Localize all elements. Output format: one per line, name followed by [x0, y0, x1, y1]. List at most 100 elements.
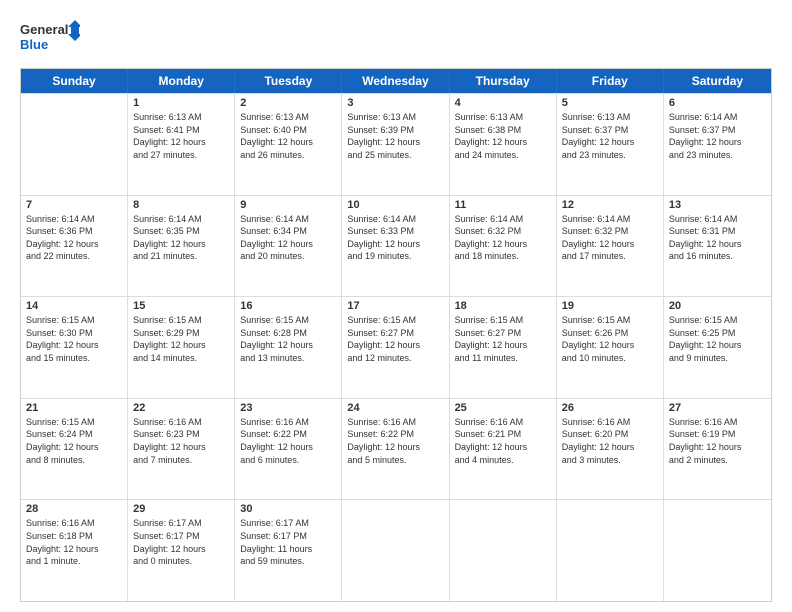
cell-info: Sunrise: 6:14 AM Sunset: 6:35 PM Dayligh… — [133, 213, 229, 263]
svg-text:General: General — [20, 22, 68, 37]
calendar-row-5: 28 Sunrise: 6:16 AM Sunset: 6:18 PM Dayli… — [21, 499, 771, 601]
day-number: 11 — [455, 199, 551, 211]
day-cell-7: 7 Sunrise: 6:14 AM Sunset: 6:36 PM Daylig… — [21, 196, 128, 297]
day-number: 12 — [562, 199, 658, 211]
cell-info: Sunrise: 6:14 AM Sunset: 6:32 PM Dayligh… — [562, 213, 658, 263]
logo-svg: General Blue — [20, 16, 80, 60]
cell-info: Sunrise: 6:15 AM Sunset: 6:30 PM Dayligh… — [26, 314, 122, 364]
day-cell-2: 2 Sunrise: 6:13 AM Sunset: 6:40 PM Daylig… — [235, 94, 342, 195]
svg-text:Blue: Blue — [20, 37, 48, 52]
day-cell-30: 30 Sunrise: 6:17 AM Sunset: 6:17 PM Dayli… — [235, 500, 342, 601]
day-number: 6 — [669, 97, 766, 109]
day-number: 19 — [562, 300, 658, 312]
day-cell-23: 23 Sunrise: 6:16 AM Sunset: 6:22 PM Dayli… — [235, 399, 342, 500]
cell-info: Sunrise: 6:15 AM Sunset: 6:26 PM Dayligh… — [562, 314, 658, 364]
day-cell-26: 26 Sunrise: 6:16 AM Sunset: 6:20 PM Dayli… — [557, 399, 664, 500]
day-cell-14: 14 Sunrise: 6:15 AM Sunset: 6:30 PM Dayli… — [21, 297, 128, 398]
day-number: 3 — [347, 97, 443, 109]
day-number: 8 — [133, 199, 229, 211]
day-cell-21: 21 Sunrise: 6:15 AM Sunset: 6:24 PM Dayli… — [21, 399, 128, 500]
calendar-header: SundayMondayTuesdayWednesdayThursdayFrid… — [21, 69, 771, 93]
cell-info: Sunrise: 6:13 AM Sunset: 6:37 PM Dayligh… — [562, 111, 658, 161]
empty-cell — [557, 500, 664, 601]
day-number: 30 — [240, 503, 336, 515]
cell-info: Sunrise: 6:16 AM Sunset: 6:20 PM Dayligh… — [562, 416, 658, 466]
calendar-row-3: 14 Sunrise: 6:15 AM Sunset: 6:30 PM Dayli… — [21, 296, 771, 398]
day-cell-29: 29Sunrise: 6:17 AM Sunset: 6:17 PM Dayli… — [128, 500, 235, 601]
cell-info: Sunrise: 6:13 AM Sunset: 6:40 PM Dayligh… — [240, 111, 336, 161]
day-number: 25 — [455, 402, 551, 414]
empty-cell — [342, 500, 449, 601]
cell-info: Sunrise: 6:15 AM Sunset: 6:29 PM Dayligh… — [133, 314, 229, 364]
day-cell-27: 27 Sunrise: 6:16 AM Sunset: 6:19 PM Dayli… — [664, 399, 771, 500]
day-header-wednesday: Wednesday — [342, 69, 449, 93]
day-cell-8: 8 Sunrise: 6:14 AM Sunset: 6:35 PM Daylig… — [128, 196, 235, 297]
day-cell-18: 18 Sunrise: 6:15 AM Sunset: 6:27 PM Dayli… — [450, 297, 557, 398]
cell-info: Sunrise: 6:15 AM Sunset: 6:27 PM Dayligh… — [455, 314, 551, 364]
day-number: 26 — [562, 402, 658, 414]
empty-cell — [21, 94, 128, 195]
day-cell-10: 10Sunrise: 6:14 AM Sunset: 6:33 PM Dayli… — [342, 196, 449, 297]
day-number: 28 — [26, 503, 122, 515]
day-cell-24: 24 Sunrise: 6:16 AM Sunset: 6:22 PM Dayli… — [342, 399, 449, 500]
day-cell-22: 22Sunrise: 6:16 AM Sunset: 6:23 PM Dayli… — [128, 399, 235, 500]
day-cell-17: 17Sunrise: 6:15 AM Sunset: 6:27 PM Dayli… — [342, 297, 449, 398]
calendar-row-2: 7 Sunrise: 6:14 AM Sunset: 6:36 PM Daylig… — [21, 195, 771, 297]
day-number: 23 — [240, 402, 336, 414]
cell-info: Sunrise: 6:14 AM Sunset: 6:37 PM Dayligh… — [669, 111, 766, 161]
day-header-saturday: Saturday — [664, 69, 771, 93]
day-number: 9 — [240, 199, 336, 211]
day-cell-6: 6 Sunrise: 6:14 AM Sunset: 6:37 PM Daylig… — [664, 94, 771, 195]
cell-info: Sunrise: 6:14 AM Sunset: 6:34 PM Dayligh… — [240, 213, 336, 263]
day-cell-12: 12 Sunrise: 6:14 AM Sunset: 6:32 PM Dayli… — [557, 196, 664, 297]
cell-info: Sunrise: 6:17 AM Sunset: 6:17 PM Dayligh… — [240, 517, 336, 567]
logo: General Blue — [20, 16, 80, 60]
day-number: 22 — [133, 402, 229, 414]
day-cell-19: 19 Sunrise: 6:15 AM Sunset: 6:26 PM Dayli… — [557, 297, 664, 398]
day-number: 5 — [562, 97, 658, 109]
day-number: 15 — [133, 300, 229, 312]
day-number: 7 — [26, 199, 122, 211]
cell-info: Sunrise: 6:16 AM Sunset: 6:19 PM Dayligh… — [669, 416, 766, 466]
day-header-friday: Friday — [557, 69, 664, 93]
day-cell-13: 13 Sunrise: 6:14 AM Sunset: 6:31 PM Dayli… — [664, 196, 771, 297]
day-cell-4: 4 Sunrise: 6:13 AM Sunset: 6:38 PM Daylig… — [450, 94, 557, 195]
day-number: 18 — [455, 300, 551, 312]
cell-info: Sunrise: 6:15 AM Sunset: 6:25 PM Dayligh… — [669, 314, 766, 364]
cell-info: Sunrise: 6:14 AM Sunset: 6:33 PM Dayligh… — [347, 213, 443, 263]
day-number: 20 — [669, 300, 766, 312]
cell-info: Sunrise: 6:16 AM Sunset: 6:22 PM Dayligh… — [347, 416, 443, 466]
day-number: 16 — [240, 300, 336, 312]
day-cell-5: 5 Sunrise: 6:13 AM Sunset: 6:37 PM Daylig… — [557, 94, 664, 195]
cell-info: Sunrise: 6:13 AM Sunset: 6:38 PM Dayligh… — [455, 111, 551, 161]
cell-info: Sunrise: 6:13 AM Sunset: 6:41 PM Dayligh… — [133, 111, 229, 161]
day-header-tuesday: Tuesday — [235, 69, 342, 93]
day-cell-28: 28 Sunrise: 6:16 AM Sunset: 6:18 PM Dayli… — [21, 500, 128, 601]
day-cell-3: 3Sunrise: 6:13 AM Sunset: 6:39 PM Daylig… — [342, 94, 449, 195]
cell-info: Sunrise: 6:15 AM Sunset: 6:28 PM Dayligh… — [240, 314, 336, 364]
day-number: 4 — [455, 97, 551, 109]
cell-info: Sunrise: 6:15 AM Sunset: 6:24 PM Dayligh… — [26, 416, 122, 466]
day-number: 27 — [669, 402, 766, 414]
day-number: 2 — [240, 97, 336, 109]
day-header-thursday: Thursday — [450, 69, 557, 93]
day-number: 14 — [26, 300, 122, 312]
cell-info: Sunrise: 6:14 AM Sunset: 6:31 PM Dayligh… — [669, 213, 766, 263]
cell-info: Sunrise: 6:16 AM Sunset: 6:18 PM Dayligh… — [26, 517, 122, 567]
calendar-row-1: 1 Sunrise: 6:13 AM Sunset: 6:41 PM Daylig… — [21, 93, 771, 195]
day-number: 13 — [669, 199, 766, 211]
day-number: 24 — [347, 402, 443, 414]
cell-info: Sunrise: 6:14 AM Sunset: 6:36 PM Dayligh… — [26, 213, 122, 263]
day-cell-15: 15 Sunrise: 6:15 AM Sunset: 6:29 PM Dayli… — [128, 297, 235, 398]
day-cell-9: 9 Sunrise: 6:14 AM Sunset: 6:34 PM Daylig… — [235, 196, 342, 297]
day-header-sunday: Sunday — [21, 69, 128, 93]
day-number: 21 — [26, 402, 122, 414]
day-cell-1: 1 Sunrise: 6:13 AM Sunset: 6:41 PM Daylig… — [128, 94, 235, 195]
cell-info: Sunrise: 6:16 AM Sunset: 6:21 PM Dayligh… — [455, 416, 551, 466]
calendar-body: 1 Sunrise: 6:13 AM Sunset: 6:41 PM Daylig… — [21, 93, 771, 601]
day-cell-11: 11Sunrise: 6:14 AM Sunset: 6:32 PM Dayli… — [450, 196, 557, 297]
day-number: 1 — [133, 97, 229, 109]
day-cell-25: 25 Sunrise: 6:16 AM Sunset: 6:21 PM Dayli… — [450, 399, 557, 500]
cell-info: Sunrise: 6:16 AM Sunset: 6:22 PM Dayligh… — [240, 416, 336, 466]
day-number: 17 — [347, 300, 443, 312]
